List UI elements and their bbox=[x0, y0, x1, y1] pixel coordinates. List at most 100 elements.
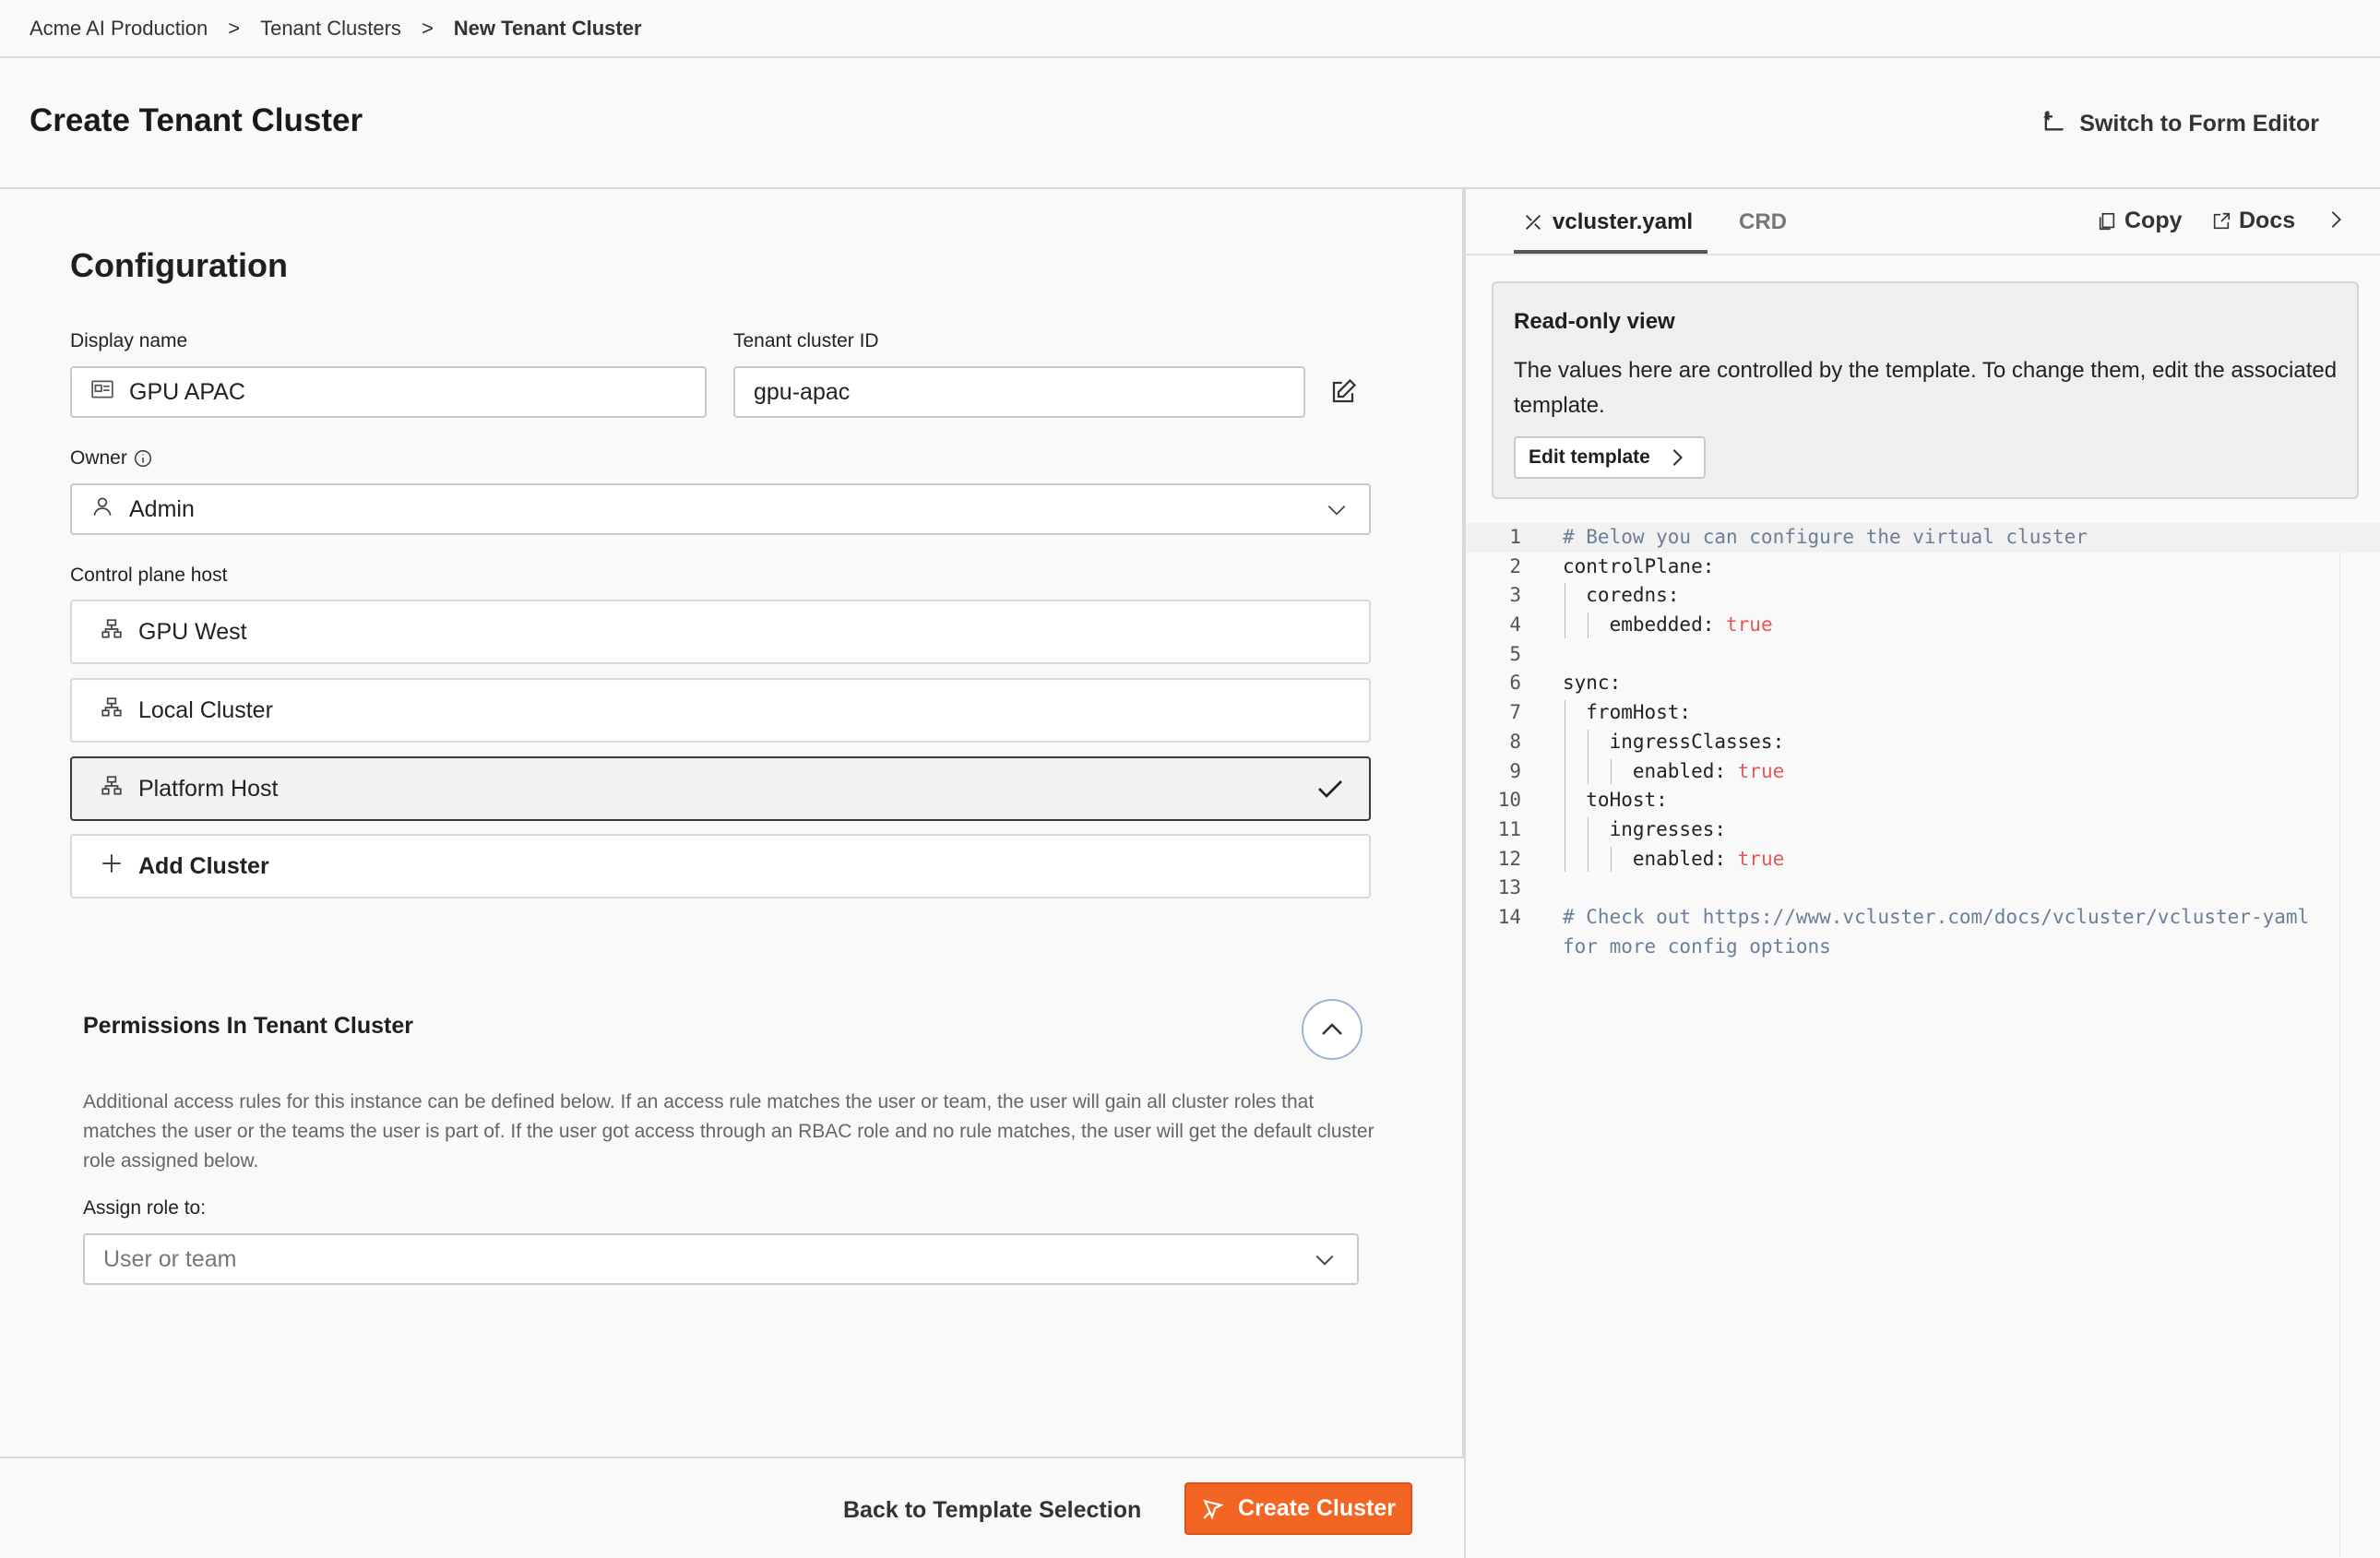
tab-label: vcluster.yaml bbox=[1553, 209, 1694, 234]
indent-guide bbox=[1611, 846, 1612, 873]
page-title: Create Tenant Cluster bbox=[30, 102, 363, 138]
code-text: toHost: bbox=[1563, 789, 1668, 812]
indent-guide bbox=[1588, 729, 1589, 785]
add-cluster-button[interactable]: Add Cluster bbox=[70, 834, 1371, 898]
breadcrumb-item-org[interactable]: Acme AI Production bbox=[30, 17, 208, 41]
code-text: ingressClasses: bbox=[1563, 730, 1785, 753]
code-line: 6 sync: bbox=[1466, 669, 2380, 698]
line-number: 1 bbox=[1509, 526, 1521, 548]
assign-role-select[interactable]: User or team bbox=[83, 1233, 1359, 1285]
back-to-template-selection-button[interactable]: Back to Template Selection bbox=[843, 1497, 1141, 1524]
permissions-description: Additional access rules for this instanc… bbox=[83, 1091, 1374, 1171]
code-line: 3 coredns: bbox=[1466, 581, 2380, 611]
switch-to-form-editor-button[interactable]: Switch to Form Editor bbox=[2041, 108, 2319, 140]
chevron-right-icon bbox=[1667, 447, 1687, 468]
code-line: 14 # Check out https://www.vcluster.com/d… bbox=[1466, 903, 2380, 933]
notice-title: Read-only view bbox=[1514, 309, 1675, 334]
line-number: 3 bbox=[1509, 584, 1521, 607]
host-option-platform-host[interactable]: Platform Host bbox=[70, 756, 1371, 821]
line-number: 12 bbox=[1497, 847, 1521, 870]
code-line: 12 enabled: true bbox=[1466, 845, 2380, 874]
cluster-id-label: Tenant cluster ID bbox=[733, 330, 879, 351]
read-only-notice: Read-only view The values here are contr… bbox=[1492, 281, 2359, 499]
chevron-down-icon bbox=[1325, 498, 1349, 529]
tools-icon bbox=[1523, 209, 1543, 232]
copy-label: Copy bbox=[2124, 208, 2183, 233]
cluster-id-field[interactable]: gpu-apac bbox=[733, 366, 1305, 418]
code-text: fromHost: bbox=[1563, 701, 1692, 724]
indent-guide bbox=[1588, 817, 1589, 873]
yaml-code-editor[interactable]: 1 # Below you can configure the virtual c… bbox=[1466, 523, 2380, 961]
code-text: enabled: true bbox=[1563, 847, 1785, 870]
chevron-up-icon bbox=[1318, 1016, 1346, 1043]
code-text: enabled: true bbox=[1563, 759, 1785, 782]
line-number: 2 bbox=[1509, 554, 1521, 577]
line-number: 8 bbox=[1509, 730, 1521, 753]
yaml-tabs: vcluster.yaml CRD Copy Docs bbox=[1466, 189, 2380, 256]
code-line: 8 ingressClasses: bbox=[1466, 728, 2380, 757]
permissions-title: Permissions In Tenant Cluster bbox=[83, 1013, 413, 1039]
chevron-right-icon bbox=[2326, 209, 2346, 230]
breadcrumb-separator: > bbox=[228, 16, 241, 40]
breadcrumb-item-clusters[interactable]: Tenant Clusters bbox=[260, 17, 401, 41]
line-number: 13 bbox=[1497, 876, 1521, 899]
host-option-local-cluster[interactable]: Local Cluster bbox=[70, 678, 1371, 743]
docs-button[interactable]: Docs bbox=[2211, 208, 2295, 234]
code-line: 5 bbox=[1466, 640, 2380, 670]
switch-icon bbox=[2041, 108, 2066, 140]
code-line: 9 enabled: true bbox=[1466, 757, 2380, 787]
collapse-permissions-button[interactable] bbox=[1302, 999, 1363, 1060]
id-card-icon bbox=[90, 377, 114, 408]
code-text: controlPlane: bbox=[1563, 554, 1715, 577]
add-cluster-label: Add Cluster bbox=[138, 852, 269, 879]
plus-icon bbox=[100, 851, 124, 882]
code-text: coredns: bbox=[1563, 584, 1680, 607]
code-text: # Below you can configure the virtual cl… bbox=[1563, 526, 2088, 548]
control-plane-host-label: Control plane host bbox=[70, 565, 228, 586]
code-line: 4 embedded: true bbox=[1466, 611, 2380, 640]
tab-vcluster-yaml[interactable]: vcluster.yaml bbox=[1514, 209, 1708, 254]
cluster-id-value: gpu-apac bbox=[754, 378, 851, 405]
server-icon bbox=[100, 696, 124, 726]
configuration-title: Configuration bbox=[70, 246, 288, 284]
code-line: 13 bbox=[1466, 874, 2380, 903]
code-line: for more config options bbox=[1466, 933, 2380, 962]
copy-button[interactable]: Copy bbox=[2097, 208, 2183, 234]
owner-select[interactable]: Admin bbox=[70, 483, 1371, 535]
edit-template-button[interactable]: Edit template bbox=[1514, 436, 1706, 479]
breadcrumb-separator: > bbox=[421, 16, 434, 40]
code-text: # Check out https://www.vcluster.com/doc… bbox=[1563, 905, 2310, 928]
info-icon[interactable] bbox=[133, 448, 153, 469]
page-header: Create Tenant Cluster Switch to Form Edi… bbox=[0, 58, 2380, 189]
collapse-panel-button[interactable] bbox=[2326, 209, 2346, 230]
line-number: 14 bbox=[1497, 905, 1521, 928]
display-name-label: Display name bbox=[70, 330, 188, 351]
edit-icon[interactable] bbox=[1329, 378, 1357, 406]
notice-text: The values here are controlled by the te… bbox=[1514, 358, 2338, 418]
breadcrumb-item-current: New Tenant Cluster bbox=[453, 16, 642, 40]
host-label: GPU West bbox=[138, 618, 247, 645]
code-line: 1 # Below you can configure the virtual c… bbox=[1466, 523, 2380, 553]
host-label: Local Cluster bbox=[138, 696, 273, 723]
rocket-icon bbox=[1201, 1497, 1225, 1521]
checkmark-icon bbox=[1318, 780, 1342, 798]
tab-crd[interactable]: CRD bbox=[1739, 209, 1787, 254]
chevron-down-icon bbox=[1313, 1248, 1337, 1279]
indent-guide bbox=[1588, 612, 1589, 638]
form-footer: Back to Template Selection Create Cluste… bbox=[0, 1457, 1464, 1558]
create-cluster-button[interactable]: Create Cluster bbox=[1184, 1482, 1412, 1535]
display-name-field[interactable]: GPU APAC bbox=[70, 366, 707, 418]
host-option-gpu-west[interactable]: GPU West bbox=[70, 600, 1371, 664]
line-number: 10 bbox=[1497, 789, 1521, 812]
yaml-panel: vcluster.yaml CRD Copy Docs Read-only vi… bbox=[1464, 189, 2380, 1558]
code-text: sync: bbox=[1563, 672, 1622, 695]
assign-role-placeholder: User or team bbox=[103, 1245, 237, 1272]
line-number: 9 bbox=[1509, 759, 1521, 782]
configuration-panel: Configuration Display name GPU APAC Tena… bbox=[0, 189, 1464, 1457]
code-line: 11 ingresses: bbox=[1466, 815, 2380, 845]
indent-guide bbox=[1611, 758, 1612, 785]
switch-label: Switch to Form Editor bbox=[2079, 111, 2319, 137]
display-name-value: GPU APAC bbox=[129, 378, 245, 405]
docs-label: Docs bbox=[2239, 208, 2296, 233]
create-cluster-label: Create Cluster bbox=[1238, 1495, 1396, 1521]
